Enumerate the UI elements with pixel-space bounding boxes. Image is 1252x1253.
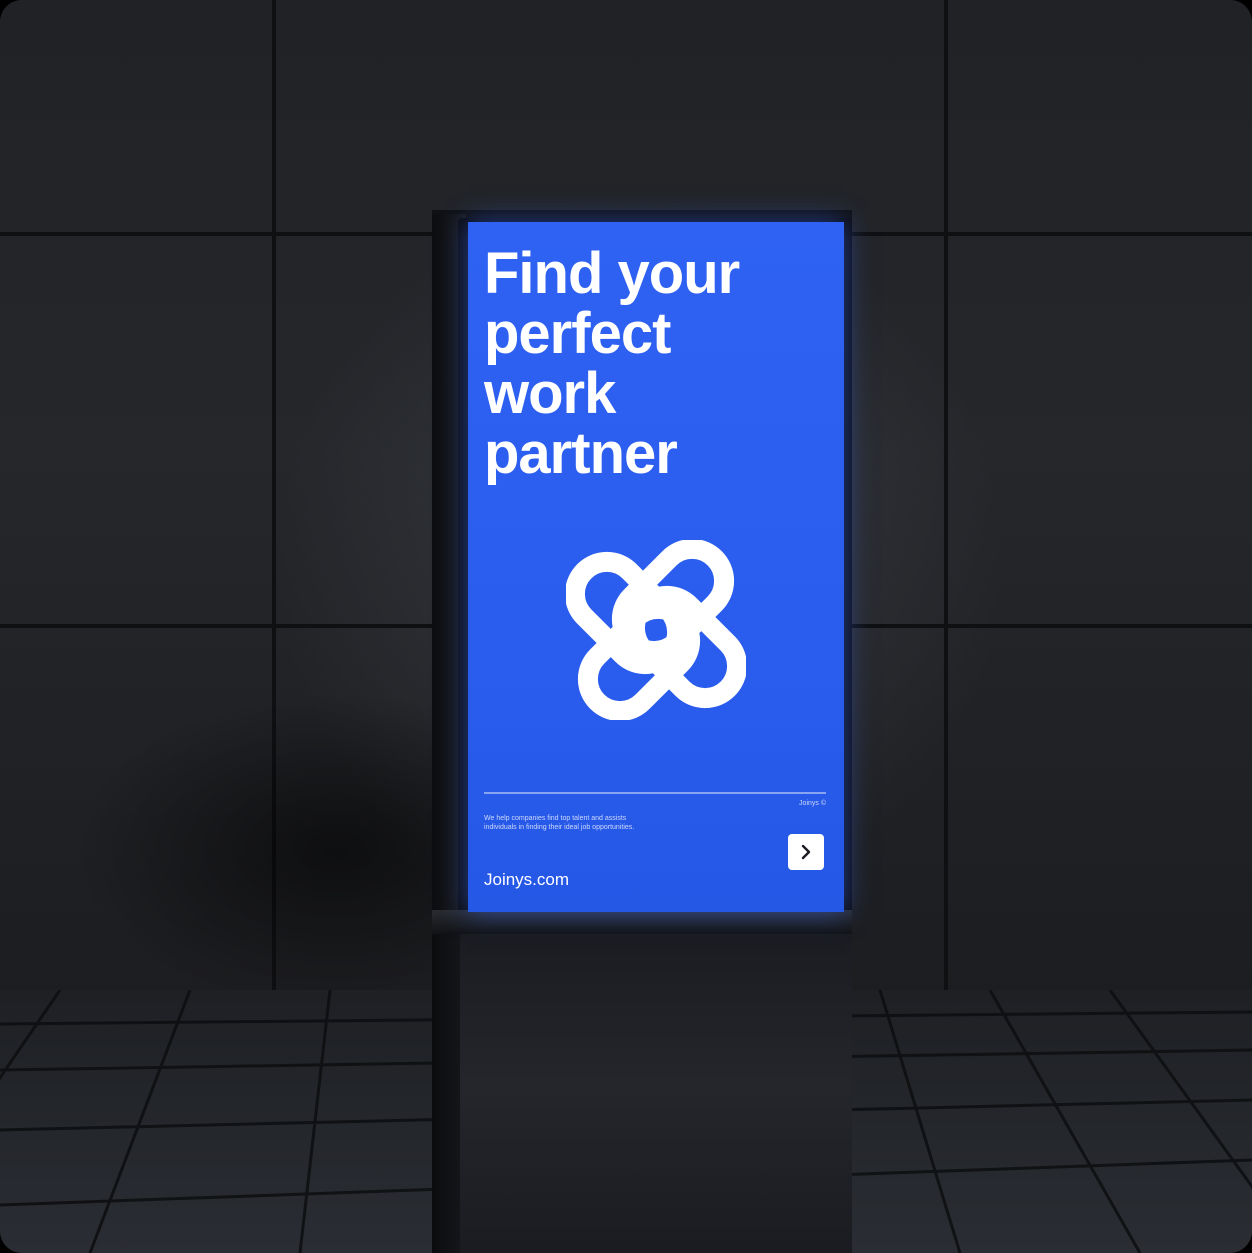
- headline-line: partner: [484, 421, 678, 486]
- kiosk-shadow: [70, 690, 450, 1010]
- poster-headline: Find your perfect work partner: [484, 244, 824, 484]
- kiosk-base-side: [432, 934, 462, 1253]
- kiosk-ledge: [432, 910, 852, 934]
- scene: Find your perfect work partner We help c…: [0, 0, 1252, 1253]
- poster-screen: Find your perfect work partner We help c…: [468, 222, 844, 912]
- headline-line: perfect: [484, 301, 671, 366]
- interlocking-link-logo-icon: [564, 538, 748, 722]
- poster-year: Joinys ©: [799, 800, 826, 807]
- chevron-right-icon: [801, 844, 811, 860]
- kiosk-base: [460, 934, 852, 1253]
- poster-tagline: We help companies find top talent and as…: [484, 815, 635, 831]
- wall-seam: [944, 0, 948, 1000]
- headline-line: work: [484, 361, 616, 426]
- poster-website: Joinys.com: [484, 870, 570, 889]
- poster-divider: [484, 792, 826, 794]
- arrow-button: [788, 834, 824, 870]
- headline-line: Find your: [484, 241, 740, 306]
